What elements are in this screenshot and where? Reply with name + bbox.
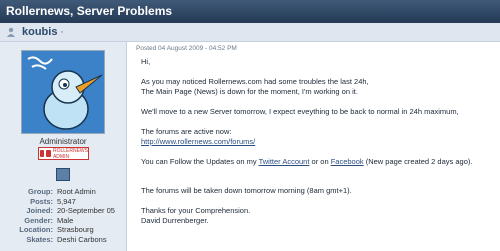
stat-label: Group: bbox=[28, 187, 53, 196]
rollernews-logo-icon bbox=[46, 150, 51, 157]
stat-label: Location: bbox=[19, 225, 53, 234]
stat-value: Strasbourg bbox=[57, 225, 94, 234]
text-span: (New page created 2 days ago). bbox=[363, 157, 473, 166]
stat-label: Gender: bbox=[24, 215, 53, 225]
post-body: Hi, As you may noticed Rollernews.com ha… bbox=[141, 57, 493, 226]
author-role: Administrator bbox=[39, 137, 87, 146]
post-date: Posted 04 August 2009 - 04:52 PM bbox=[136, 45, 237, 52]
paragraph-line: The Main Page (News) is down for the mom… bbox=[141, 87, 358, 96]
paragraph-line: As you may noticed Rollernews.com had so… bbox=[141, 77, 369, 86]
stat-value: Root Admin bbox=[57, 187, 96, 196]
stat-value: Male bbox=[57, 215, 74, 225]
facebook-link[interactable]: Facebook bbox=[331, 157, 364, 166]
follow-paragraph: You can Follow the Updates on my Twitter… bbox=[141, 157, 493, 167]
post-author-bar: koubis ▫ bbox=[0, 23, 500, 42]
stat-row-gender: Gender: Male bbox=[0, 216, 126, 226]
author-username[interactable]: koubis bbox=[22, 26, 57, 38]
stat-row-skates: Skates: Deshi Carbons bbox=[0, 235, 126, 245]
paragraph: The forums are active now: bbox=[141, 127, 232, 136]
stat-label: Joined: bbox=[26, 206, 53, 215]
paragraph-line: Thanks for your Comprehension. bbox=[141, 206, 251, 215]
stat-value: 5,947 bbox=[57, 196, 76, 206]
stat-value: 20-September 05 bbox=[57, 206, 115, 215]
stat-row-posts: Posts: 5,947 bbox=[0, 197, 126, 207]
stat-row-location: Location: Strasbourg bbox=[0, 225, 126, 235]
twitter-link[interactable]: Twitter Account bbox=[259, 157, 310, 166]
topic-title: Rollernews, Server Problems bbox=[0, 0, 500, 23]
stat-value: Deshi Carbons bbox=[57, 234, 107, 244]
text-span: or on bbox=[309, 157, 331, 166]
user-icon bbox=[7, 27, 15, 37]
pm-icon[interactable]: ▫ bbox=[60, 29, 62, 36]
paragraph: We'll move to a new Server tomorrow, I e… bbox=[141, 107, 459, 116]
paragraph: The forums will be taken down tomorrow m… bbox=[141, 186, 352, 195]
profile-card-icon[interactable] bbox=[56, 168, 70, 181]
greeting: Hi, bbox=[141, 57, 151, 66]
author-stats: Group: Root Admin Posts: 5,947 Joined: 2… bbox=[0, 187, 126, 244]
avatar-bird bbox=[22, 51, 104, 133]
stat-label: Skates: bbox=[26, 234, 53, 244]
stat-label: Posts: bbox=[30, 196, 53, 206]
badge-text: ROLLERNEWS ADMIN bbox=[52, 147, 88, 160]
rollernews-logo-icon bbox=[40, 150, 45, 157]
text-span: You can Follow the Updates on my bbox=[141, 157, 259, 166]
avatar[interactable] bbox=[21, 50, 105, 134]
forum-link[interactable]: http://www.rollernews.com/forums/ bbox=[141, 137, 255, 146]
stat-row-group: Group: Root Admin bbox=[0, 187, 126, 197]
rollernews-badge: ROLLERNEWS ADMIN bbox=[38, 147, 89, 160]
signature: David Durrenberger. bbox=[141, 216, 209, 225]
author-sidebar: Administrator ROLLERNEWS ADMIN Group: Ro… bbox=[0, 42, 127, 251]
stat-row-joined: Joined: 20-September 05 bbox=[0, 206, 126, 216]
post-content: Posted 04 August 2009 - 04:52 PM Hi, As … bbox=[134, 42, 500, 251]
